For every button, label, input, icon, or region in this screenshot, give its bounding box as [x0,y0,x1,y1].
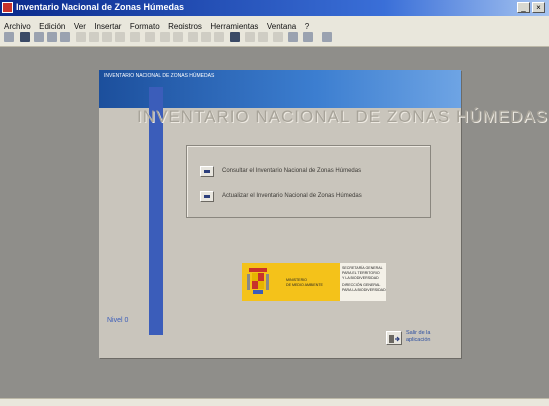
logo-right-line1: SECRETARÍA GENERAL [342,266,383,270]
minimize-button[interactable]: _ [517,2,530,13]
cut-icon[interactable] [76,32,86,42]
properties-icon[interactable] [273,32,283,42]
design-view-icon[interactable] [4,32,14,42]
filter-by-selection-icon[interactable] [188,32,198,42]
logo-right-line4: DIRECCIÓN GENERAL [342,283,381,287]
exit-label-line2: aplicación [406,336,431,343]
delete-record-icon[interactable] [258,32,268,42]
exit-icon [389,335,400,343]
window-title: Inventario Nacional de Zonas Húmedas [16,2,185,12]
database-window-icon[interactable] [288,32,298,42]
print-preview-icon[interactable] [47,32,57,42]
toolbar [0,29,549,47]
options-panel: Consultar el Inventario Nacional de Zona… [186,145,431,218]
app-icon[interactable] [2,2,13,13]
consult-icon [204,170,210,173]
main-form: INVENTARIO NACIONAL DE ZONAS HÚMEDAS INV… [99,70,547,358]
update-label: Actualizar el Inventario Nacional de Zon… [222,193,362,199]
logo-right-line3: Y LA BIODIVERSIDAD [342,276,379,280]
undo-icon[interactable] [130,32,140,42]
insert-hyperlink-icon[interactable] [145,32,155,42]
exit-label-line1: Salir de la [406,330,431,336]
update-icon [204,195,210,198]
logo-right-line2: PARA EL TERRITORIO [342,271,380,275]
new-object-icon[interactable] [303,32,313,42]
form-caption: INVENTARIO NACIONAL DE ZONAS HÚMEDAS [104,73,215,79]
logo-white-panel: SECRETARÍA GENERAL PARA EL TERRITORIO Y … [340,263,386,301]
apply-filter-icon[interactable] [214,32,224,42]
exit-button[interactable] [386,331,402,345]
coat-of-arms-icon [247,268,269,294]
close-button[interactable]: × [532,2,545,13]
copy-icon[interactable] [89,32,99,42]
logo-yellow-panel: MINISTERIO DE MEDIO AMBIENTE [242,263,340,301]
print-icon[interactable] [34,32,44,42]
logo-right-line5: PARA LA BIODIVERSIDAD [342,288,386,292]
sort-descending-icon[interactable] [173,32,183,42]
update-button[interactable] [200,191,214,202]
exit-label: Salir de la aplicación [406,330,430,343]
ministry-name-line2: DE MEDIO AMBIENTE [286,283,323,287]
consult-label: Consultar el Inventario Nacional de Zona… [222,168,362,174]
ministry-logo: MINISTERIO DE MEDIO AMBIENTE SECRETARÍA … [242,263,386,301]
find-icon[interactable] [230,32,240,42]
new-record-icon[interactable] [245,32,255,42]
spelling-icon[interactable] [60,32,70,42]
menu-bar: Archivo Edición Ver Insertar Formato Reg… [0,16,549,31]
paste-icon[interactable] [102,32,112,42]
help-icon[interactable] [322,32,332,42]
save-icon[interactable] [20,32,30,42]
ministry-name-line1: MINISTERIO [286,278,307,282]
title-bar: Inventario Nacional de Zonas Húmedas _ × [0,0,549,16]
filter-by-form-icon[interactable] [201,32,211,42]
consult-button[interactable] [200,166,214,177]
level-label: Nivel 0 [107,317,129,324]
sort-ascending-icon[interactable] [160,32,170,42]
format-painter-icon[interactable] [115,32,125,42]
page-title: INVENTARIO NACIONAL DE ZONAS HÚMEDAS [137,107,548,126]
